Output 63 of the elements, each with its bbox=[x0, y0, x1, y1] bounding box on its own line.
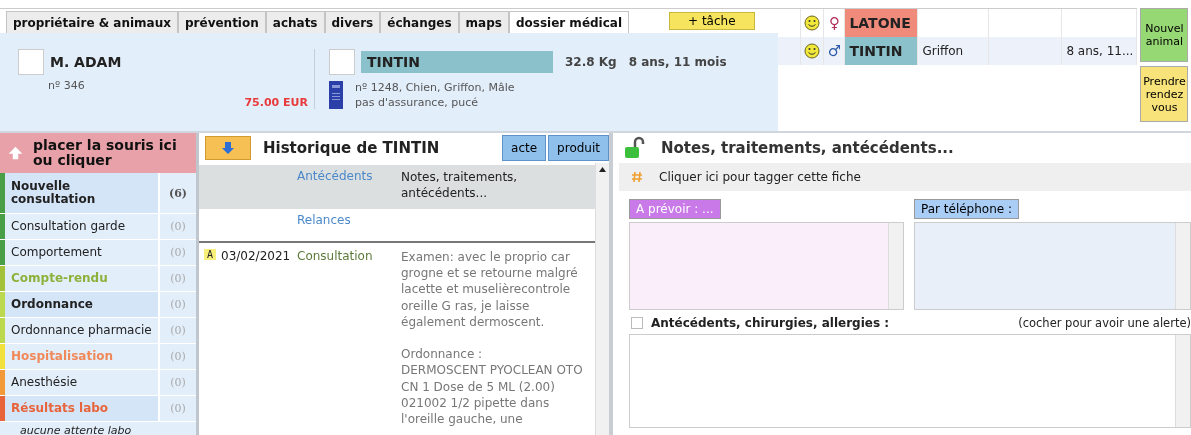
expand-panel-button[interactable]: placer la souris ici ou cliquer bbox=[0, 133, 196, 173]
add-button[interactable]: produit bbox=[548, 135, 609, 161]
smiley-icon bbox=[804, 43, 821, 59]
photo-placeholder bbox=[18, 49, 44, 75]
tab[interactable]: prévention bbox=[178, 11, 266, 33]
tab[interactable]: achats bbox=[265, 11, 325, 33]
booklet-icon bbox=[329, 81, 343, 109]
entry-type: Relances bbox=[297, 213, 352, 229]
sort-button[interactable] bbox=[205, 136, 251, 160]
notes-title: Notes, traitements, antécédents... bbox=[661, 139, 954, 157]
tab[interactable]: maps bbox=[458, 11, 509, 33]
smiley-icon bbox=[804, 15, 821, 31]
history-label: Antécédents, chirurgies, allergies : bbox=[651, 316, 891, 330]
animal-row-name: LATONE bbox=[845, 9, 919, 37]
hash-icon bbox=[631, 171, 643, 183]
animal-weight: 32.8 Kg bbox=[565, 55, 617, 69]
entry-badge: A bbox=[204, 249, 216, 260]
text-area[interactable] bbox=[629, 334, 1191, 428]
entry-date: 03/02/2021 bbox=[221, 249, 291, 263]
add-button[interactable]: acte bbox=[502, 135, 547, 161]
checkbox[interactable] bbox=[631, 317, 643, 329]
animal-breed: Griffon bbox=[922, 44, 964, 58]
tag-link[interactable]: Cliquer ici pour tagger cette fiche bbox=[619, 163, 1191, 191]
history-title: Historique de TINTIN bbox=[263, 139, 441, 157]
sidebar-item[interactable]: Ordonnance pharmacie (0) bbox=[0, 318, 196, 344]
entry-text: Examen: avec le proprio car grogne et se retourne malgré lacette et muselièrecontrole oreille G ras, je laisse également dermoscent. Ordonnance : DERMOSCENT PYOCLEAN OTO CN 1 Dose de 5 ML (2.00) 021002 1/2 pipette dans l'oreille gauche, une bbox=[401, 250, 584, 426]
animal-details: nº 1248, Chien, Griffon, Mâle bbox=[355, 81, 515, 94]
tab[interactable]: échanges bbox=[380, 11, 459, 33]
animal-age: 8 ans, 11 mois bbox=[628, 55, 727, 69]
owner-balance: 75.00 EUR bbox=[244, 96, 308, 109]
sidebar-item[interactable]: Ordonnance (0) bbox=[0, 292, 196, 318]
sidebar-item[interactable]: Anesthésie (0) bbox=[0, 370, 196, 396]
history-entry[interactable]: Antécédents Notes, traitements, antécédents... bbox=[199, 165, 595, 209]
sidebar-item[interactable]: Consultation garde (0) bbox=[0, 214, 196, 240]
animal-insurance: pas d'assurance, pucé bbox=[355, 96, 479, 109]
sidebar-item[interactable]: Nouvelle consultation (6) bbox=[0, 173, 196, 214]
action-button[interactable]: Nouvel animal bbox=[1140, 8, 1189, 62]
unlocked-padlock-icon bbox=[623, 136, 647, 160]
animal-row[interactable]: ♂ TINTIN Griffon 8 ans, 11... bbox=[778, 37, 1138, 65]
tab[interactable]: propriétaire & animaux bbox=[6, 11, 178, 33]
lab-status-text: aucune attente labo bbox=[19, 423, 133, 435]
photo-placeholder bbox=[329, 49, 355, 75]
hint-text: (cocher pour avoir une alerte) bbox=[1018, 316, 1191, 330]
history-entry[interactable]: Relances bbox=[199, 209, 595, 241]
entry-type: Consultation bbox=[297, 249, 374, 265]
scroll-up-icon[interactable] bbox=[599, 167, 606, 172]
animal-age: 8 ans, 11... bbox=[1066, 44, 1134, 58]
scrollbar[interactable] bbox=[595, 163, 609, 435]
text-area[interactable] bbox=[914, 222, 1191, 310]
down-arrow-icon bbox=[221, 141, 235, 155]
entry-type: Antécédents bbox=[297, 169, 374, 185]
owner-name: M. ADAM bbox=[50, 54, 122, 70]
text-area[interactable] bbox=[629, 222, 904, 310]
tab[interactable]: divers bbox=[324, 11, 381, 33]
tab[interactable]: dossier médical bbox=[508, 11, 630, 33]
add-task-button[interactable]: + tâche bbox=[669, 12, 755, 30]
animal-name: TINTIN bbox=[361, 51, 553, 73]
entry-text: Notes, traitements, antécédents... bbox=[401, 170, 519, 201]
owner-number: nº 346 bbox=[48, 79, 86, 92]
action-button[interactable]: Prendre rendez vous bbox=[1140, 66, 1189, 122]
phone-label-button[interactable]: Par téléphone : bbox=[914, 199, 1019, 219]
animal-row-name: TINTIN bbox=[845, 37, 919, 65]
sidebar-item[interactable]: Comportement (0) bbox=[0, 240, 196, 266]
